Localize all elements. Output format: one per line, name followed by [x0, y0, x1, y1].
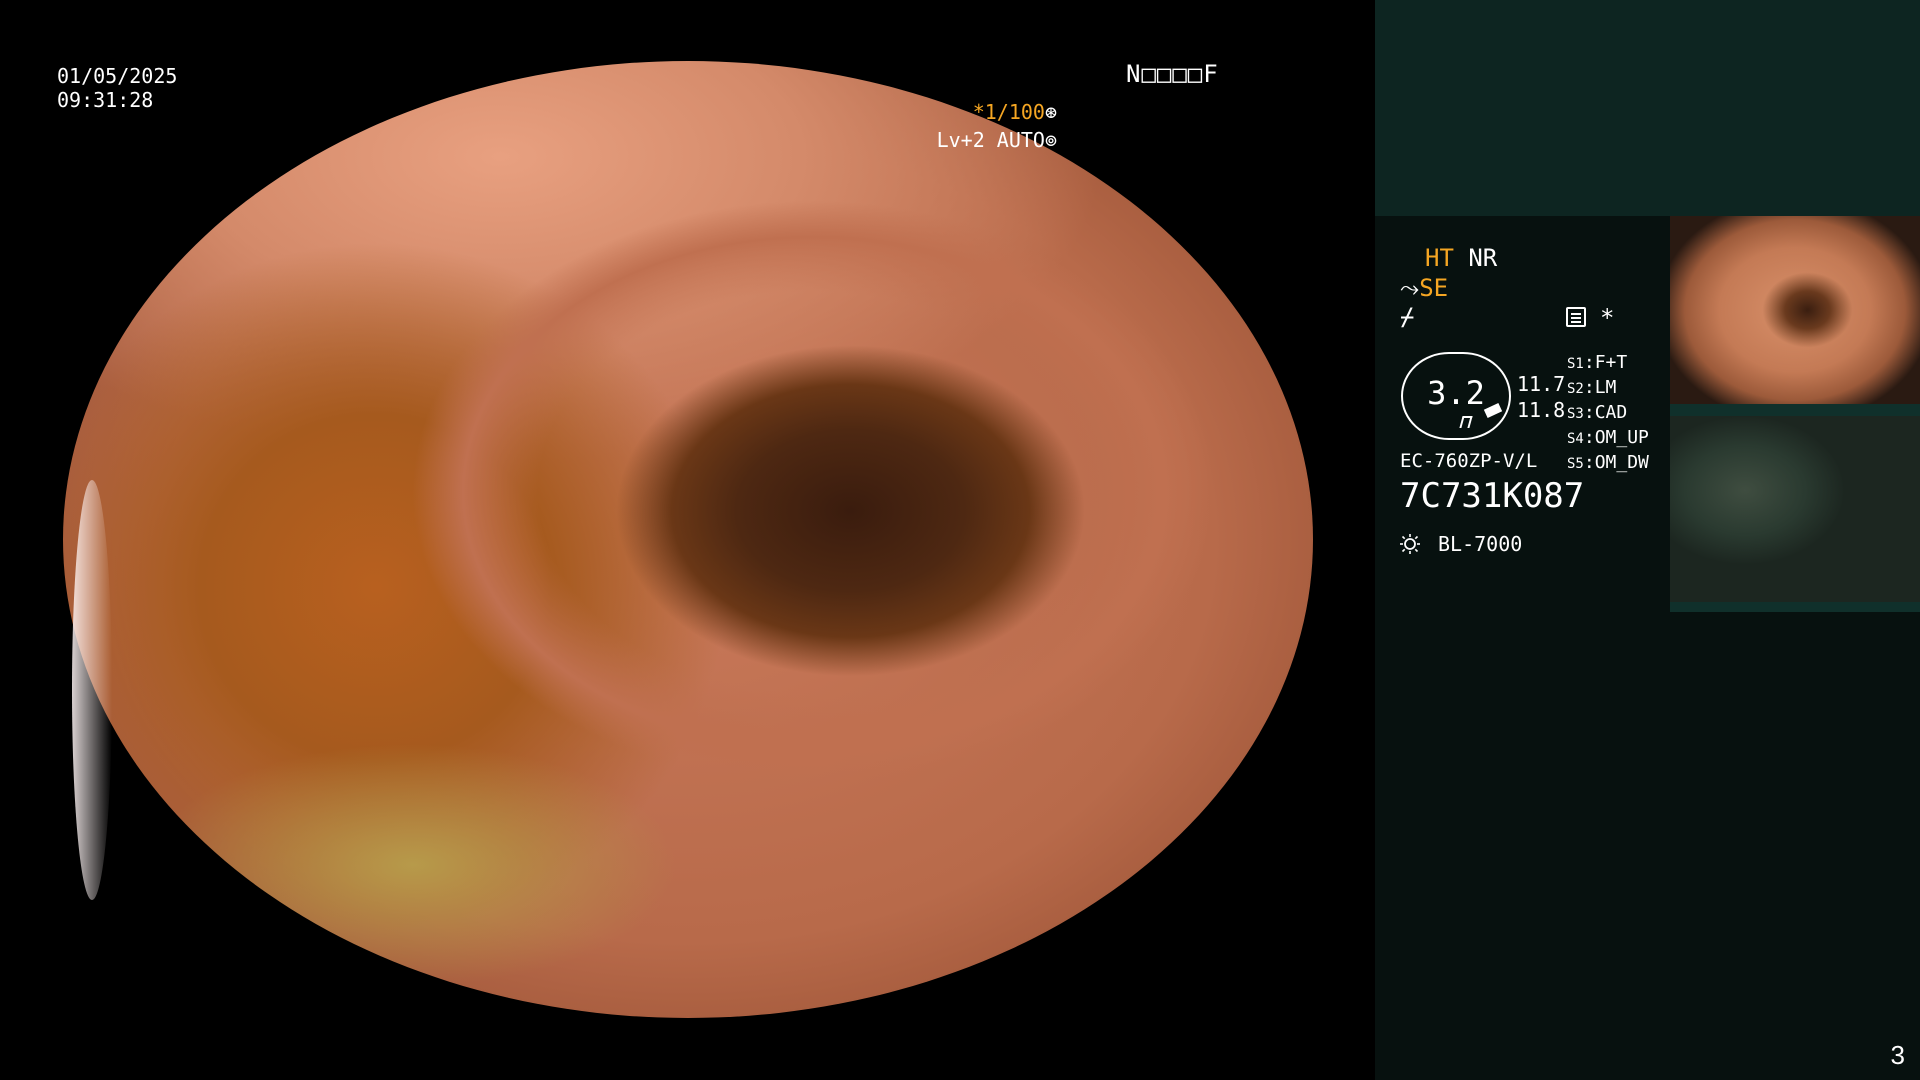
memory-card-icon — [1566, 307, 1586, 327]
page-number: 3 — [1890, 1040, 1905, 1070]
scope-model: EC-760ZP-V/L — [1400, 450, 1538, 472]
switch-row: S3:CAD — [1567, 402, 1628, 423]
se-label: SE — [1419, 274, 1449, 302]
ht-nr-row: HT NR — [1425, 244, 1497, 272]
reading-1: 11.7 — [1517, 372, 1566, 396]
star-mark: * — [1600, 304, 1615, 332]
switch-value: LM — [1594, 377, 1617, 398]
zoom-indicator: 3.2 — [1401, 352, 1511, 440]
switch-key: S3 — [1567, 406, 1584, 422]
switch-row: S1:F+T — [1567, 352, 1628, 373]
zoom-tick-icon — [1459, 416, 1473, 428]
switch-row: S2:LM — [1567, 377, 1617, 398]
thumbnail-room-camera[interactable] — [1670, 416, 1920, 612]
level-value: Lv+2 AUTO — [936, 128, 1045, 152]
endoscope-view: 01/05/2025 09:31:28 N□□□□F *1/100⊛ Lv+2 … — [0, 0, 1375, 1080]
exam-time: 09:31:28 — [57, 88, 154, 112]
switch-row: S5:OM_DW — [1567, 452, 1649, 473]
panel-header-area — [1375, 0, 1920, 216]
freeze-icon: ⌿ — [1400, 303, 1415, 331]
scope-serial: 7C731K087 — [1400, 476, 1585, 516]
ht-label: HT — [1425, 244, 1454, 272]
switch-key: S4 — [1567, 431, 1584, 447]
thumbnail-endoscopy[interactable] — [1670, 216, 1920, 416]
switch-value: CAD — [1594, 402, 1628, 423]
se-row: ⤳SE — [1400, 274, 1448, 302]
shutter-speed: *1/100⊛ — [973, 100, 1057, 124]
switch-key: S1 — [1567, 356, 1584, 372]
switch-value: OM_DW — [1594, 452, 1649, 473]
structure-enhance-icon: ⤳ — [1400, 274, 1420, 302]
iris-icon: ⊚ — [1044, 128, 1057, 152]
reading-2: 11.8 — [1517, 398, 1566, 422]
brightness-level: Lv+2 AUTO⊚ — [937, 128, 1057, 152]
switch-key: S5 — [1567, 456, 1584, 472]
switch-value: OM_UP — [1594, 427, 1649, 448]
info-panel: HT NR ⤳SE ⌿ * 3.2 11.7 11.8 S1:F+T S2:LM… — [1375, 0, 1920, 1080]
exam-date: 01/05/2025 — [57, 64, 178, 88]
aperture-icon: ⊛ — [1044, 100, 1057, 124]
colon-endoscopy-image — [63, 61, 1313, 1018]
switch-key: S2 — [1567, 381, 1584, 397]
nr-label: NR — [1468, 244, 1498, 272]
patient-id: N□□□□F — [1126, 60, 1219, 88]
light-source-label: BL-7000 — [1438, 532, 1523, 556]
light-source-icon — [1400, 534, 1420, 554]
switch-value: F+T — [1594, 352, 1628, 373]
switch-row: S4:OM_UP — [1567, 427, 1649, 448]
shutter-value: *1/100 — [972, 100, 1045, 124]
